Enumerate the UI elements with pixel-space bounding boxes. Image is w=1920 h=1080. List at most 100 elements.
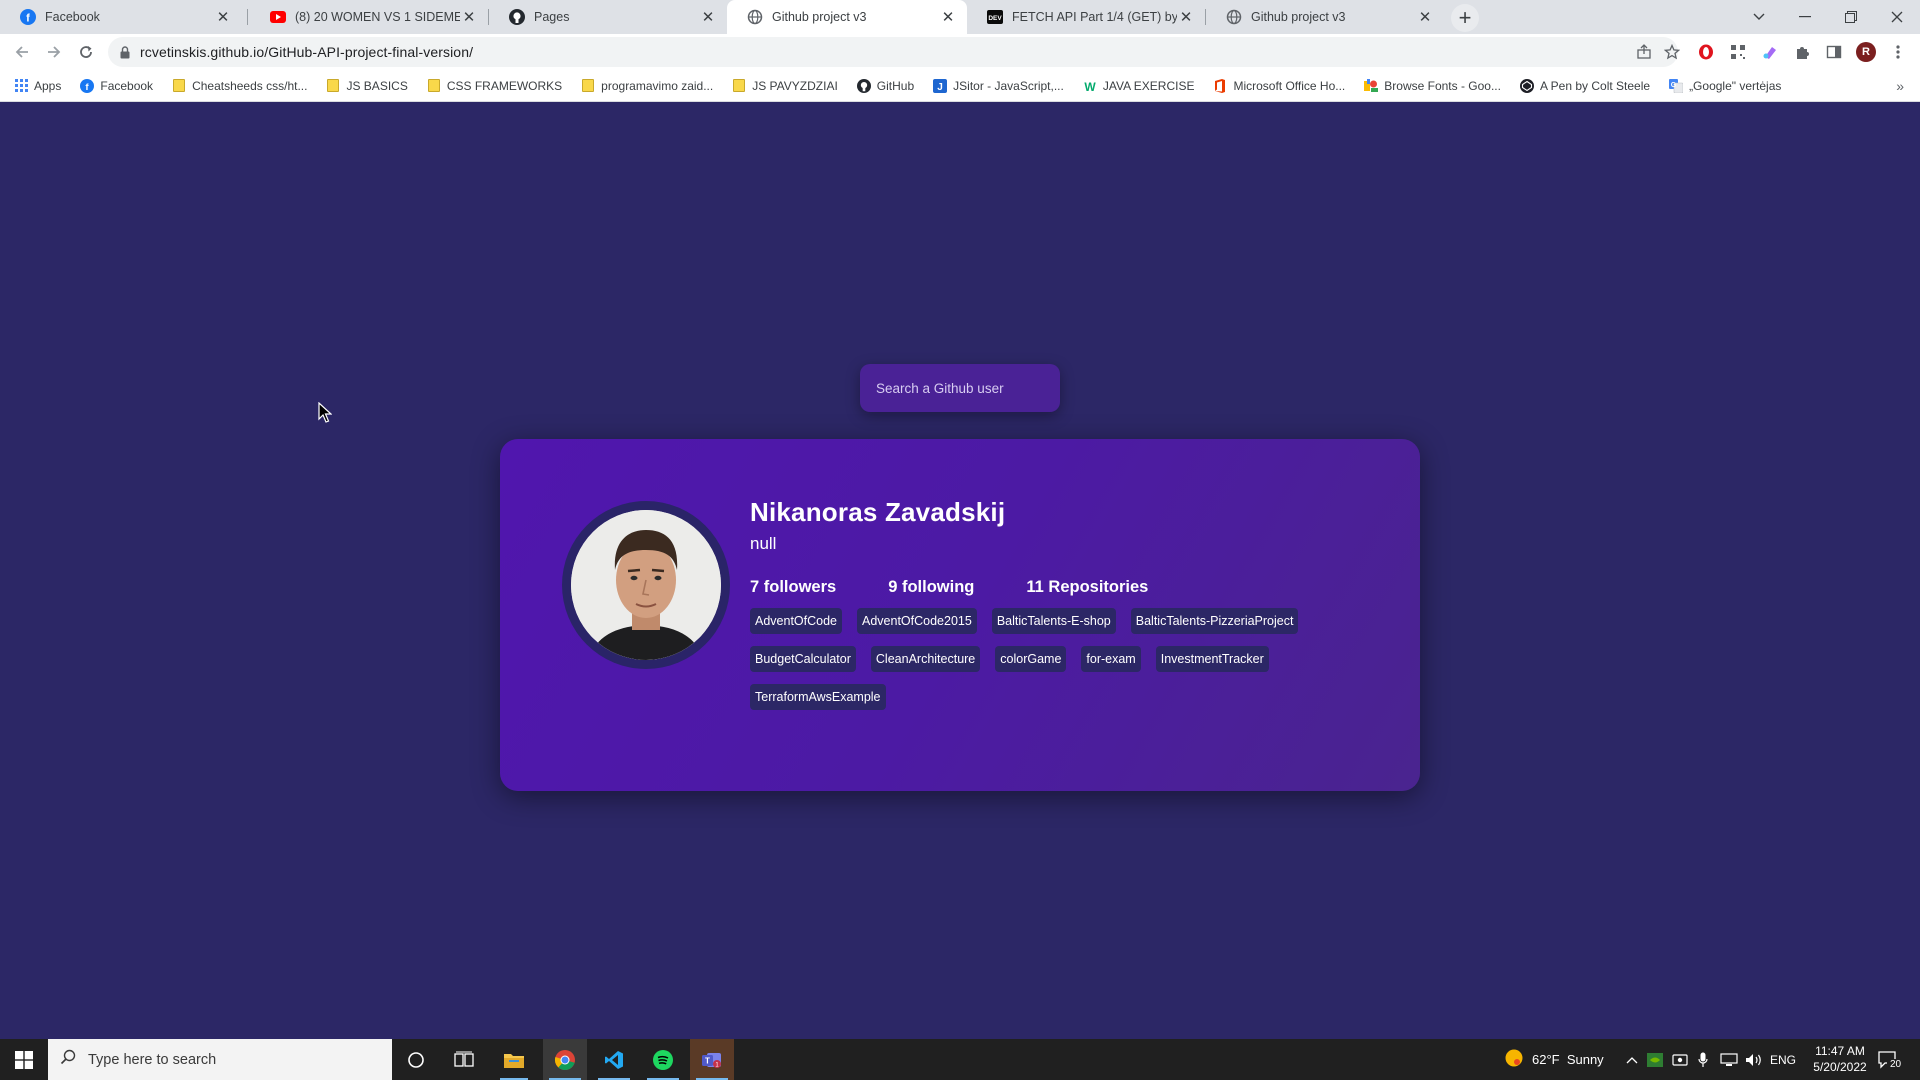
restore-icon[interactable] bbox=[1828, 0, 1874, 34]
taskbar-search-placeholder: Type here to search bbox=[88, 1051, 217, 1068]
close-icon[interactable]: ✕ bbox=[214, 8, 232, 26]
close-window-icon[interactable] bbox=[1874, 0, 1920, 34]
tab-github-project[interactable]: Github project v3 ✕ bbox=[1206, 0, 1444, 34]
network-icon[interactable] bbox=[1720, 1039, 1738, 1080]
windows-start-icon[interactable] bbox=[0, 1039, 48, 1080]
tray-overflow-chevron-icon[interactable] bbox=[1626, 1039, 1638, 1080]
github-user-search-input[interactable] bbox=[860, 364, 1060, 412]
repo-link[interactable]: AdventOfCode2015 bbox=[857, 608, 977, 634]
tab-pages[interactable]: Pages ✕ bbox=[489, 0, 727, 34]
repo-link[interactable]: TerraformAwsExample bbox=[750, 684, 886, 710]
reload-icon[interactable] bbox=[72, 38, 100, 66]
bookmark-folder-cheatsheeds[interactable]: Cheatsheeds css/ht... bbox=[172, 79, 307, 93]
puzzle-extensions-icon[interactable] bbox=[1792, 42, 1812, 62]
avatar bbox=[571, 510, 721, 660]
repo-link[interactable]: for-exam bbox=[1081, 646, 1141, 672]
user-search bbox=[860, 364, 1060, 412]
bookmark-apps[interactable]: Apps bbox=[14, 79, 61, 93]
tab-youtube[interactable]: (8) 20 WOMEN VS 1 SIDEMEN: E ✕ bbox=[250, 0, 488, 34]
bookmarks-bar: Apps f Facebook Cheatsheeds css/ht... JS… bbox=[0, 70, 1920, 102]
teams-icon[interactable]: T1 bbox=[690, 1039, 734, 1080]
profile-avatar[interactable]: R bbox=[1856, 42, 1876, 62]
close-icon[interactable]: ✕ bbox=[939, 8, 957, 26]
bookmark-folder-js-pavyzdziai[interactable]: JS PAVYZDZIAI bbox=[732, 79, 838, 93]
share-icon[interactable] bbox=[1634, 42, 1654, 62]
bookmark-folder-css-frameworks[interactable]: CSS FRAMEWORKS bbox=[427, 79, 562, 93]
volume-icon[interactable] bbox=[1745, 1039, 1763, 1080]
close-icon[interactable]: ✕ bbox=[1416, 8, 1434, 26]
user-name: Nikanoras Zavadskij bbox=[750, 497, 1006, 527]
spotify-icon[interactable] bbox=[641, 1039, 685, 1080]
browser-toolbar: rcvetinskis.github.io/GitHub-API-project… bbox=[0, 34, 1920, 70]
kebab-menu-icon[interactable] bbox=[1888, 42, 1908, 62]
qr-extension-icon[interactable] bbox=[1728, 42, 1748, 62]
bookmark-facebook[interactable]: f Facebook bbox=[80, 78, 153, 93]
close-icon[interactable]: ✕ bbox=[1177, 8, 1195, 26]
bookmark-google-translate[interactable]: G „Google" vertėjas bbox=[1669, 78, 1782, 93]
minimize-icon[interactable] bbox=[1782, 0, 1828, 34]
office-icon bbox=[1213, 78, 1227, 93]
repo-link[interactable]: BalticTalents-E-shop bbox=[991, 608, 1116, 634]
bookmark-folder-js-basics[interactable]: JS BASICS bbox=[326, 78, 408, 93]
new-tab-button[interactable]: + bbox=[1451, 4, 1479, 32]
repo-link[interactable]: CleanArchitecture bbox=[870, 646, 981, 672]
clock[interactable]: 11:47 AM 5/20/2022 bbox=[1805, 1043, 1875, 1075]
svg-text:G: G bbox=[1671, 82, 1677, 89]
tab-github-project-active[interactable]: Github project v3 ✕ bbox=[727, 0, 967, 34]
clock-time: 11:47 AM bbox=[1815, 1044, 1865, 1058]
back-arrow-icon[interactable] bbox=[8, 38, 36, 66]
codepen-icon bbox=[1519, 78, 1534, 93]
bookmark-google-fonts[interactable]: Browse Fonts - Goo... bbox=[1364, 78, 1501, 93]
bookmark-star-icon[interactable] bbox=[1662, 42, 1682, 62]
lock-icon[interactable] bbox=[120, 45, 130, 59]
repo-link[interactable]: AdventOfCode bbox=[750, 608, 842, 634]
chrome-taskbar-icon[interactable] bbox=[543, 1039, 587, 1080]
tab-search-chevron-icon[interactable] bbox=[1736, 0, 1782, 34]
taskbar-search-box[interactable]: Type here to search bbox=[48, 1039, 392, 1080]
microphone-icon[interactable] bbox=[1698, 1039, 1708, 1080]
tab-facebook[interactable]: f Facebook ✕ bbox=[0, 0, 242, 34]
notifications-icon[interactable]: 20 bbox=[1878, 1039, 1902, 1080]
address-bar[interactable]: rcvetinskis.github.io/GitHub-API-project… bbox=[108, 37, 1680, 67]
w3-icon: W bbox=[1083, 79, 1097, 93]
close-icon[interactable]: ✕ bbox=[460, 8, 478, 26]
bookmark-folder-programavimo[interactable]: programavimo zaid... bbox=[581, 79, 713, 93]
bookmark-label: „Google" vertėjas bbox=[1689, 78, 1782, 93]
bookmarks-overflow-icon[interactable]: » bbox=[1896, 78, 1904, 94]
file-explorer-icon[interactable] bbox=[494, 1039, 534, 1080]
bookmark-codepen[interactable]: A Pen by Colt Steele bbox=[1519, 78, 1650, 93]
github-icon bbox=[856, 78, 871, 93]
url-text[interactable]: rcvetinskis.github.io/GitHub-API-project… bbox=[140, 44, 473, 60]
cortana-icon[interactable] bbox=[396, 1039, 436, 1080]
bookmark-label: Apps bbox=[34, 78, 62, 93]
opera-extension-icon[interactable] bbox=[1696, 42, 1716, 62]
sun-icon bbox=[1504, 1048, 1524, 1071]
following-count: 9 following bbox=[888, 578, 975, 596]
forward-arrow-icon[interactable] bbox=[40, 38, 68, 66]
tab-title: (8) 20 WOMEN VS 1 SIDEMEN: E bbox=[295, 10, 460, 24]
close-icon[interactable]: ✕ bbox=[699, 8, 717, 26]
jsitor-icon: J bbox=[933, 78, 948, 93]
tab-dev-fetch[interactable]: DEV FETCH API Part 1/4 (GET) by Silve ✕ bbox=[967, 0, 1205, 34]
repo-link[interactable]: colorGame bbox=[995, 646, 1067, 672]
nvidia-tray-icon[interactable] bbox=[1647, 1039, 1663, 1080]
notification-count: 20 bbox=[1890, 1059, 1902, 1070]
meet-now-icon[interactable] bbox=[1672, 1039, 1688, 1080]
folder-icon bbox=[581, 79, 595, 93]
weather-widget[interactable]: 62°F Sunny bbox=[1504, 1039, 1604, 1080]
task-view-icon[interactable] bbox=[444, 1039, 484, 1080]
side-panel-icon[interactable] bbox=[1824, 42, 1844, 62]
facebook-icon: f bbox=[20, 9, 36, 25]
google-fonts-icon bbox=[1364, 78, 1379, 93]
bookmark-github[interactable]: GitHub bbox=[856, 78, 914, 93]
bookmark-microsoft-office[interactable]: Microsoft Office Ho... bbox=[1213, 78, 1345, 93]
bookmark-label: JS BASICS bbox=[346, 78, 408, 93]
repo-link[interactable]: BalticTalents-PizzeriaProject bbox=[1130, 608, 1299, 634]
bookmark-jsitor[interactable]: J JSitor - JavaScript,... bbox=[933, 78, 1064, 93]
vscode-icon[interactable] bbox=[592, 1039, 636, 1080]
bookmark-java-exercise[interactable]: W JAVA EXERCISE bbox=[1083, 79, 1194, 93]
color-picker-extension-icon[interactable] bbox=[1760, 42, 1780, 62]
language-indicator[interactable]: ENG bbox=[1770, 1039, 1796, 1080]
repo-link[interactable]: InvestmentTracker bbox=[1155, 646, 1269, 672]
repo-link[interactable]: BudgetCalculator bbox=[750, 646, 856, 672]
